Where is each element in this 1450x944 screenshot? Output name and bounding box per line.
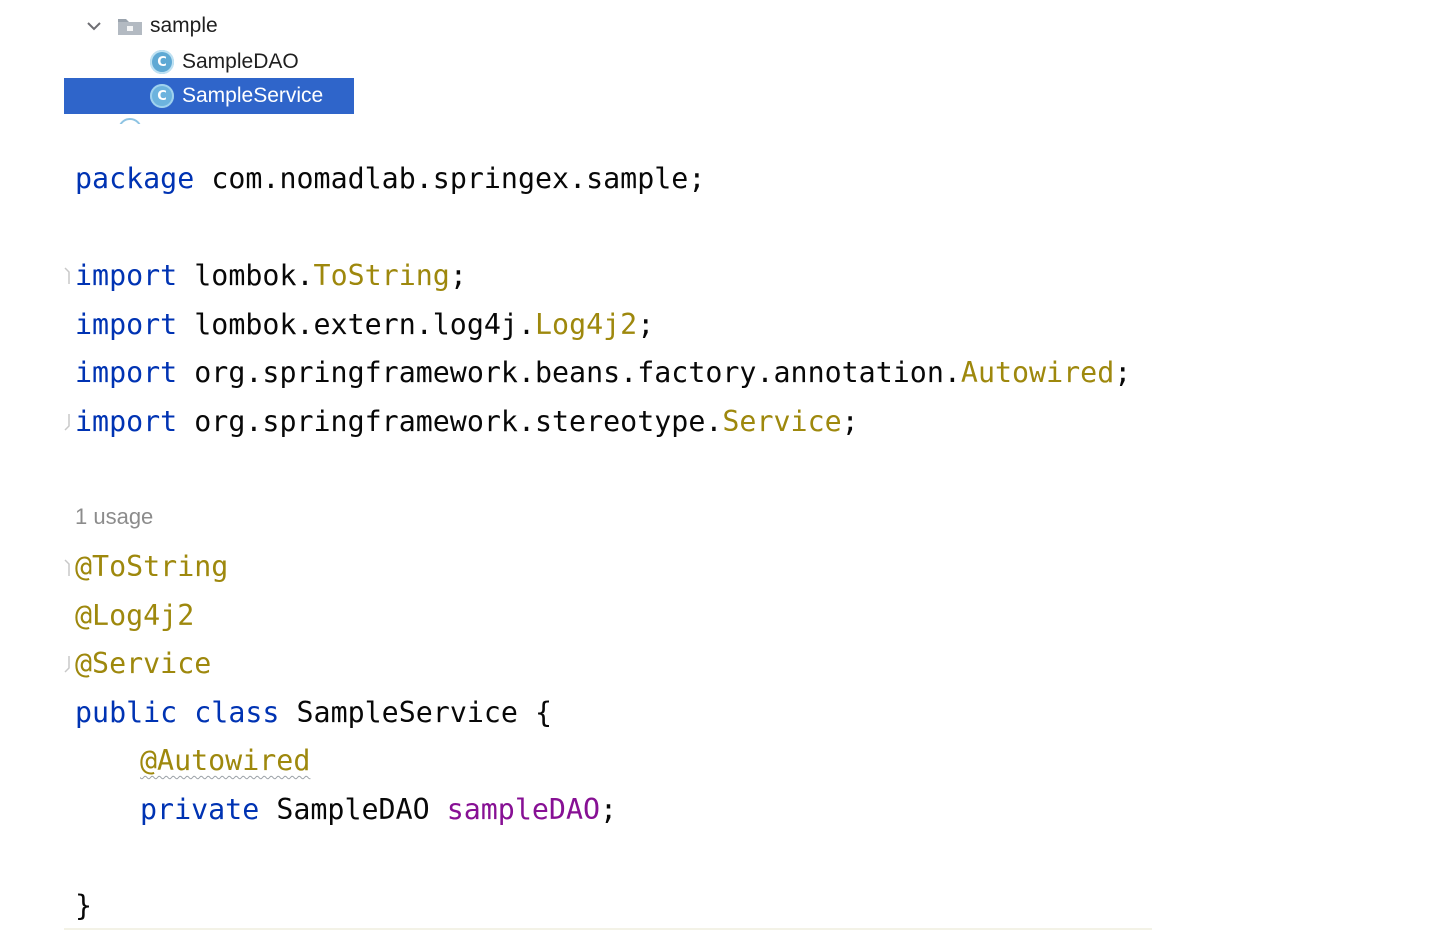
import-keyword: import <box>75 405 178 438</box>
semicolon: ; <box>688 162 706 195</box>
import-class: Autowired <box>960 356 1115 389</box>
tree-item-sampledao[interactable]: C SampleDAO <box>150 44 299 80</box>
tree-folder-sample[interactable]: sample <box>84 8 218 44</box>
fold-marker-icon[interactable] <box>62 264 72 288</box>
import-line[interactable]: import lombok.ToString; <box>75 256 467 296</box>
class-name: SampleService <box>296 696 518 729</box>
semicolon: ; <box>841 405 859 438</box>
annotation-line[interactable]: @Service <box>75 644 211 684</box>
editor-bottom-divider <box>64 928 1152 930</box>
chevron-down-icon[interactable] <box>84 16 104 36</box>
public-modifier: public <box>75 696 178 729</box>
import-keyword: import <box>75 308 178 341</box>
annotation-autowired: @Autowired <box>140 744 311 777</box>
class-icon: C <box>150 84 174 108</box>
class-keyword: class <box>194 696 280 729</box>
project-tree: sample C SampleDAO C SampleService <box>0 0 360 124</box>
tree-item-label: SampleService <box>182 84 324 107</box>
close-brace-line[interactable]: } <box>75 886 92 926</box>
field-name: sampleDAO <box>446 793 601 826</box>
import-path: org.springframework.beans.factory.annota… <box>194 356 961 389</box>
import-path: lombok. <box>194 259 314 292</box>
usage-hint[interactable]: 1 usage <box>75 504 153 530</box>
import-path: org.springframework.stereotype. <box>194 405 723 438</box>
tree-item-sampleservice[interactable]: C SampleService <box>64 78 354 114</box>
field-declaration-line[interactable]: private SampleDAO sampleDAO; <box>140 790 617 830</box>
class-declaration-line[interactable]: public class SampleService { <box>75 693 552 733</box>
tree-folder-label: sample <box>150 14 218 37</box>
import-class: ToString <box>313 259 450 292</box>
open-brace: { <box>535 696 553 729</box>
import-line[interactable]: import org.springframework.beans.factory… <box>75 353 1131 393</box>
fold-marker-icon[interactable] <box>62 652 72 676</box>
import-path: lombok.extern.log4j. <box>194 308 535 341</box>
class-icon: C <box>150 50 174 74</box>
package-line[interactable]: package com.nomadlab.springex.sample; <box>75 159 705 199</box>
annotation-tostring: @ToString <box>75 550 229 583</box>
annotation-line[interactable]: @Log4j2 <box>75 596 194 636</box>
semicolon: ; <box>600 793 618 826</box>
annotation-log4j2: @Log4j2 <box>75 599 195 632</box>
annotation-service: @Service <box>75 647 212 680</box>
import-line[interactable]: import lombok.extern.log4j.Log4j2; <box>75 305 654 345</box>
import-line[interactable]: import org.springframework.stereotype.Se… <box>75 402 859 442</box>
folder-icon <box>116 15 144 37</box>
semicolon: ; <box>449 259 467 292</box>
semicolon: ; <box>637 308 655 341</box>
tree-item-label: SampleDAO <box>182 50 299 73</box>
package-keyword: package <box>75 162 195 195</box>
close-brace: } <box>75 889 93 922</box>
field-type: SampleDAO <box>276 793 430 826</box>
code-editor[interactable]: package com.nomadlab.springex.sample; im… <box>0 124 1450 944</box>
import-keyword: import <box>75 356 178 389</box>
semicolon: ; <box>1114 356 1132 389</box>
import-class: Log4j2 <box>535 308 638 341</box>
fold-marker-icon[interactable] <box>62 410 72 434</box>
private-modifier: private <box>140 793 260 826</box>
import-keyword: import <box>75 259 178 292</box>
import-class: Service <box>722 405 842 438</box>
fold-marker-icon[interactable] <box>62 556 72 580</box>
field-annotation-line[interactable]: @Autowired <box>140 741 310 781</box>
package-name: com.nomadlab.springex.sample <box>211 162 689 195</box>
annotation-line[interactable]: @ToString <box>75 547 228 587</box>
